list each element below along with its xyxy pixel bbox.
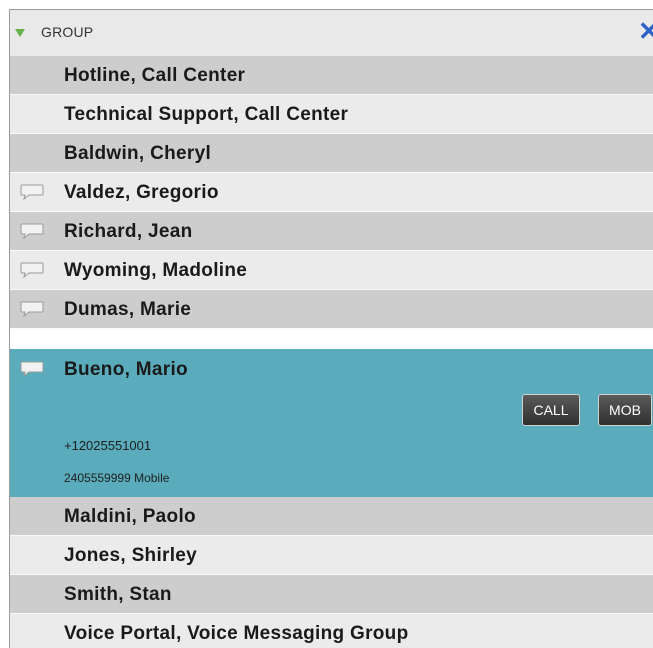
mobile-number: 2405559999 Mobile [64, 471, 170, 485]
contact-name: Technical Support, Call Center [64, 104, 349, 125]
contact-row[interactable]: Technical Support, Call Center [10, 95, 653, 134]
contact-name: Wyoming, Madoline [64, 260, 248, 281]
chat-bubble-icon [20, 361, 44, 377]
group-title: GROUP [41, 24, 94, 40]
contact-name: Jones, Shirley [64, 545, 198, 566]
contact-name: Hotline, Call Center [64, 65, 246, 86]
triangle-down-icon[interactable] [15, 29, 25, 37]
contact-row[interactable]: Richard, Jean [10, 212, 653, 251]
contact-row[interactable]: Valdez, Gregorio [10, 173, 653, 212]
chat-bubble-icon [20, 262, 44, 278]
contact-name: Valdez, Gregorio [64, 182, 219, 203]
contact-name: Baldwin, Cheryl [64, 143, 212, 164]
contact-row[interactable]: Hotline, Call Center [10, 56, 653, 95]
selected-contact-row[interactable]: Bueno, Mario CALL MOB +12025551001 24055… [10, 349, 653, 497]
contact-name: Smith, Stan [64, 584, 172, 605]
chat-bubble-icon [20, 301, 44, 317]
contact-name: Voice Portal, Voice Messaging Group [64, 623, 409, 644]
contact-row[interactable]: Dumas, Marie [10, 290, 653, 329]
contact-row[interactable]: Voice Portal, Voice Messaging Group [10, 614, 653, 648]
contact-row[interactable]: Maldini, Paolo [10, 497, 653, 536]
phone-number: +12025551001 [64, 438, 152, 453]
contact-name: Bueno, Mario [64, 359, 188, 380]
contact-row[interactable]: Baldwin, Cheryl [10, 134, 653, 173]
group-panel: GROUP ✕ Hotline, Call Center Technical S… [9, 9, 653, 648]
contact-row[interactable]: Wyoming, Madoline [10, 251, 653, 290]
chat-bubble-icon [20, 184, 44, 200]
contact-name: Dumas, Marie [64, 299, 192, 320]
contact-name: Maldini, Paolo [64, 506, 196, 527]
contact-row[interactable]: Smith, Stan [10, 575, 653, 614]
contact-name: Richard, Jean [64, 221, 193, 242]
group-header[interactable]: GROUP ✕ [10, 10, 653, 57]
contact-row[interactable]: Jones, Shirley [10, 536, 653, 575]
call-mobile-button[interactable]: MOB [598, 394, 652, 426]
call-button[interactable]: CALL [522, 394, 580, 426]
close-x-icon[interactable]: ✕ [638, 16, 653, 46]
chat-bubble-icon [20, 223, 44, 239]
